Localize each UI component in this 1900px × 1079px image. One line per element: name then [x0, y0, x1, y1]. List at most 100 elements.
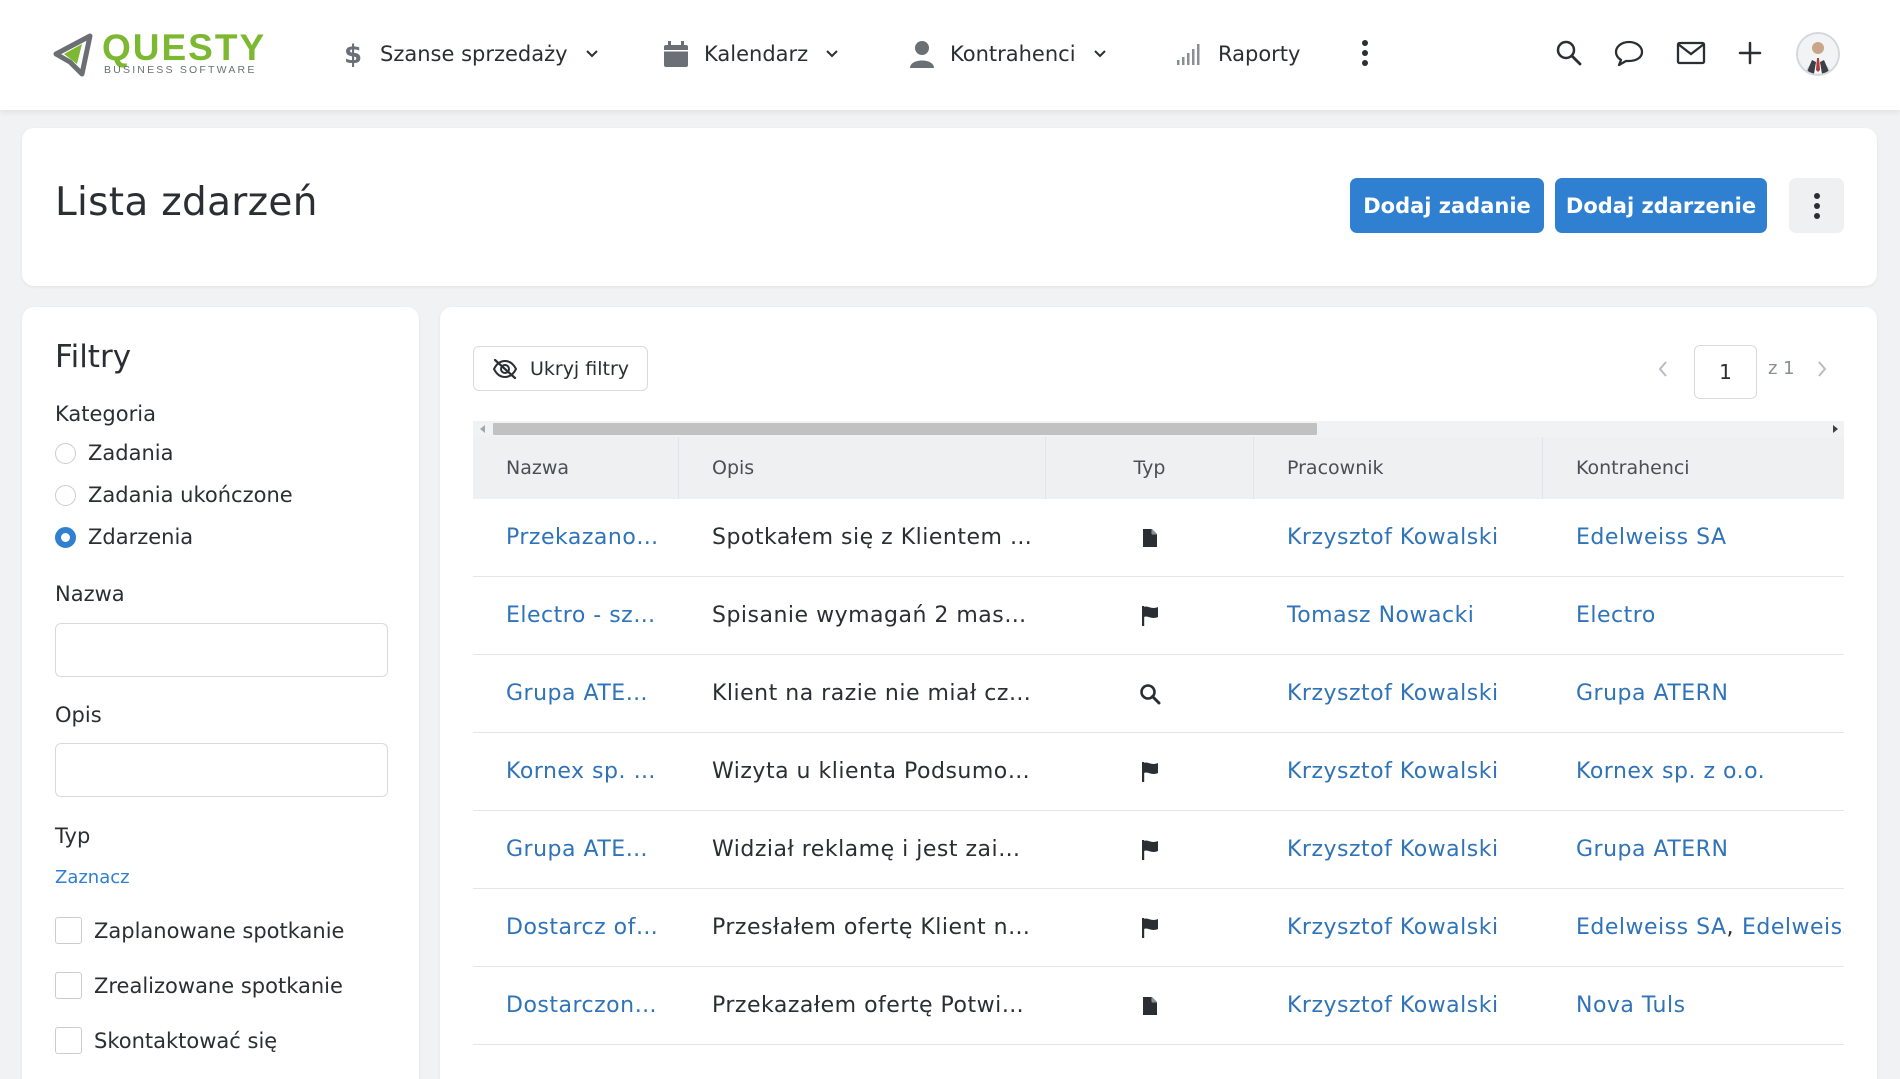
- questy-logo[interactable]: QUESTY BUSINESS SOFTWARE: [52, 27, 292, 80]
- employee-link[interactable]: Krzysztof Kowalski: [1254, 811, 1543, 888]
- type-option-completed-meeting[interactable]: Zrealizowane spotkanie: [55, 972, 343, 999]
- category-option-tasks[interactable]: Zadania: [55, 441, 173, 465]
- event-name-link[interactable]: Dostarcz of…: [473, 889, 679, 966]
- hide-filters-label: Ukryj filtry: [529, 357, 630, 380]
- events-list-panel: Ukryj filtry 1 z 1 Nazwa Opis Typ Pracow…: [440, 307, 1877, 1079]
- table-header: Nazwa Opis Typ Pracownik Kontrahenci: [473, 437, 1844, 499]
- search-icon[interactable]: [1552, 36, 1586, 70]
- chevron-down-icon: [826, 50, 838, 58]
- contractor-link[interactable]: Nova Tuls: [1576, 993, 1686, 1018]
- table-row[interactable]: Kornex sp. … Wizyta u klienta Podsumo… Krz…: [473, 733, 1844, 811]
- scrollbar-thumb[interactable]: [493, 423, 1317, 435]
- employee-link[interactable]: Krzysztof Kowalski: [1254, 655, 1543, 732]
- scroll-left-arrow-icon[interactable]: [480, 425, 485, 433]
- employee-link[interactable]: Krzysztof Kowalski: [1254, 967, 1543, 1044]
- hide-filters-button[interactable]: Ukryj filtry: [473, 346, 648, 391]
- checkbox-label: Skontaktować się: [94, 1028, 278, 1053]
- contractors-cell: Nova Tuls: [1543, 967, 1844, 1044]
- contractor-link[interactable]: Edelweiss SA: [1576, 525, 1727, 550]
- event-description: Przesłałem ofertę Klient n…: [712, 915, 1031, 940]
- page-number-input[interactable]: 1: [1694, 345, 1757, 399]
- description-filter-label: Opis: [55, 703, 102, 727]
- logo-mark-icon: [53, 33, 93, 77]
- radio-button[interactable]: [55, 484, 76, 506]
- event-name-link[interactable]: Grupa ATE…: [473, 811, 679, 888]
- nav-calendar[interactable]: Kalendarz: [662, 34, 840, 74]
- events-table: Nazwa Opis Typ Pracownik Kontrahenci Prz…: [473, 437, 1844, 1045]
- radio-button[interactable]: [55, 442, 76, 464]
- checkbox[interactable]: [55, 917, 82, 944]
- contractor-link[interactable]: Grupa ATERN: [1576, 837, 1728, 862]
- employee-link[interactable]: Krzysztof Kowalski: [1254, 889, 1543, 966]
- flag-icon: [1046, 733, 1254, 810]
- contractor-link[interactable]: Grupa ATERN: [1576, 681, 1728, 706]
- contractor-link[interactable]: Kornex sp. z o.o.: [1576, 759, 1765, 784]
- table-row[interactable]: Dostarczon… Przekazałem ofertę Potwi… Krzy…: [473, 967, 1844, 1045]
- nav-label: Kalendarz: [704, 42, 809, 66]
- nav-label: Szanse sprzedaży: [380, 42, 568, 66]
- name-filter-label: Nazwa: [55, 582, 125, 606]
- flag-icon: [1046, 889, 1254, 966]
- table-body: Przekazano… Spotkałem się z Klientem … Krz…: [473, 499, 1844, 1045]
- svg-text:$: $: [344, 40, 362, 69]
- page-title: Lista zdarzeń: [55, 180, 318, 225]
- next-page-button[interactable]: [1811, 357, 1833, 381]
- event-name-link[interactable]: Kornex sp. …: [473, 733, 679, 810]
- event-name-link[interactable]: Przekazano…: [473, 499, 679, 576]
- user-avatar[interactable]: [1796, 32, 1840, 76]
- more-menu-icon[interactable]: [1348, 36, 1382, 70]
- contractors-cell: Kornex sp. z o.o.: [1543, 733, 1844, 810]
- employee-link[interactable]: Tomasz Nowacki: [1254, 577, 1543, 654]
- type-option-planned-meeting[interactable]: Zaplanowane spotkanie: [55, 917, 344, 944]
- top-navbar: QUESTY BUSINESS SOFTWARE $ Szanse sprzed…: [0, 0, 1900, 110]
- nav-reports[interactable]: Raporty: [1176, 34, 1300, 74]
- event-description: Spisanie wymagań 2 mas…: [712, 603, 1027, 628]
- contractor-link[interactable]: Electro: [1576, 603, 1656, 628]
- add-task-button[interactable]: Dodaj zadanie: [1350, 178, 1544, 233]
- checkbox[interactable]: [55, 1027, 82, 1054]
- category-option-completed-tasks[interactable]: Zadania ukończone: [55, 483, 293, 507]
- chevron-left-icon: [1658, 361, 1667, 377]
- contractor-separator: ,: [1726, 915, 1734, 940]
- table-row[interactable]: Grupa ATE… Klient na razie nie miał cz… Kr…: [473, 655, 1844, 733]
- nav-contractors[interactable]: Kontrahenci: [908, 34, 1108, 74]
- chat-bubble-icon[interactable]: [1612, 36, 1646, 70]
- contractor-link[interactable]: Edelweiss: [1742, 915, 1844, 940]
- mail-icon[interactable]: [1674, 36, 1708, 70]
- employee-link[interactable]: Krzysztof Kowalski: [1254, 499, 1543, 576]
- plus-icon[interactable]: [1733, 36, 1767, 70]
- contractors-cell: Electro: [1543, 577, 1844, 654]
- event-name-link[interactable]: Electro - sz…: [473, 577, 679, 654]
- column-header-employee[interactable]: Pracownik: [1254, 437, 1543, 499]
- checkbox[interactable]: [55, 972, 82, 999]
- event-name-link[interactable]: Grupa ATE…: [473, 655, 679, 732]
- name-filter-input[interactable]: [55, 623, 388, 677]
- scroll-right-arrow-icon[interactable]: [1833, 425, 1838, 433]
- document-icon: [1046, 499, 1254, 576]
- page-actions-menu-button[interactable]: [1789, 178, 1844, 233]
- table-row[interactable]: Grupa ATE… Widział reklamę i jest zai… Krz…: [473, 811, 1844, 889]
- table-row[interactable]: Dostarcz of… Przesłałem ofertę Klient n… K…: [473, 889, 1844, 967]
- type-option-contact[interactable]: Skontaktować się: [55, 1027, 277, 1054]
- contractors-cell: Edelweiss SA: [1543, 499, 1844, 576]
- contractor-link[interactable]: Edelweiss SA: [1576, 915, 1727, 940]
- category-option-events[interactable]: Zdarzenia: [55, 525, 193, 549]
- table-row[interactable]: Przekazano… Spotkałem się z Klientem … Krz…: [473, 499, 1844, 577]
- column-header-type[interactable]: Typ: [1046, 437, 1254, 499]
- event-description: Przekazałem ofertę Potwi…: [712, 993, 1025, 1018]
- add-event-button[interactable]: Dodaj zdarzenie: [1555, 178, 1767, 233]
- horizontal-scrollbar[interactable]: [473, 421, 1844, 437]
- description-filter-input[interactable]: [55, 743, 388, 797]
- column-header-description[interactable]: Opis: [679, 437, 1046, 499]
- nav-sales-opportunities[interactable]: $ Szanse sprzedaży: [338, 34, 600, 74]
- previous-page-button[interactable]: [1652, 357, 1674, 381]
- column-header-contractors[interactable]: Kontrahenci: [1543, 437, 1844, 499]
- column-header-name[interactable]: Nazwa: [473, 437, 679, 499]
- select-all-types-link[interactable]: Zaznacz: [55, 867, 130, 888]
- table-row[interactable]: Electro - sz… Spisanie wymagań 2 mas… Toma…: [473, 577, 1844, 655]
- employee-link[interactable]: Krzysztof Kowalski: [1254, 733, 1543, 810]
- document-icon: [1046, 967, 1254, 1044]
- radio-button-selected[interactable]: [55, 526, 76, 548]
- event-name-link[interactable]: Dostarczon…: [473, 967, 679, 1044]
- kebab-menu-icon: [1813, 192, 1820, 219]
